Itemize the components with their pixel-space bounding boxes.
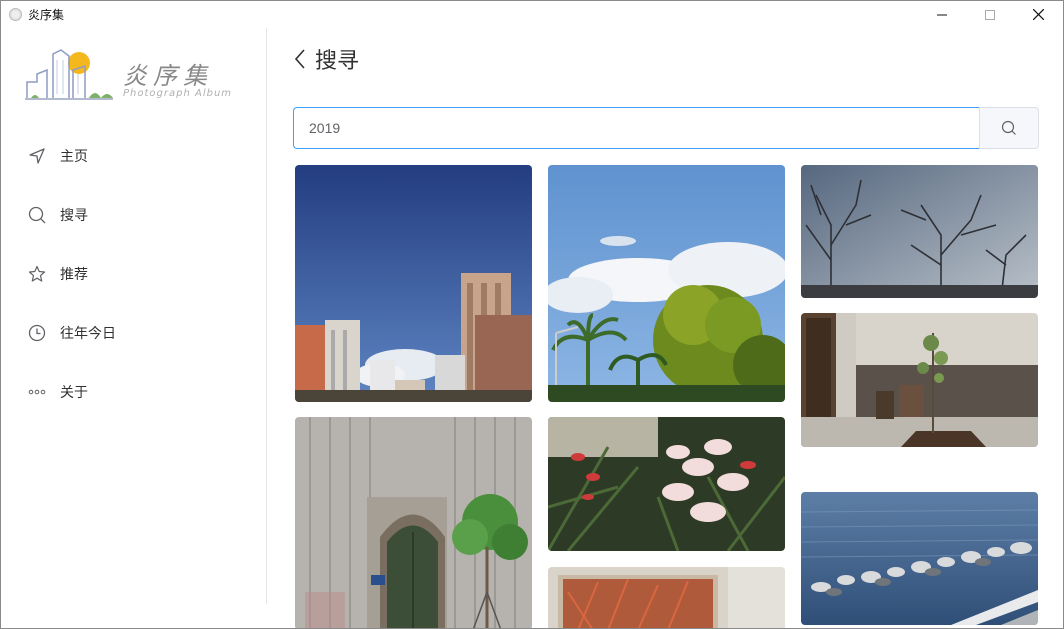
photo-palm-trees-sky[interactable] [548, 165, 785, 402]
sidebar-item-history[interactable]: 往年今日 [27, 318, 247, 348]
minimize-button[interactable] [919, 1, 965, 28]
page-title: 搜寻 [315, 49, 360, 74]
star-icon [27, 264, 47, 284]
clock-icon [27, 323, 47, 343]
close-button[interactable] [1015, 1, 1061, 28]
search-icon [1001, 120, 1016, 135]
search-icon [27, 205, 47, 225]
search-bar [293, 107, 1039, 149]
more-dots-icon [27, 382, 47, 402]
sidebar-item-label: 关于 [60, 385, 88, 401]
sidebar: 炎序集 Photograph Album 主页 搜寻 推荐 往年今日 关于 [1, 28, 267, 604]
sidebar-item-about[interactable]: 关于 [27, 377, 247, 407]
sidebar-item-label: 搜寻 [60, 208, 88, 224]
search-button[interactable] [979, 107, 1039, 149]
maximize-icon [985, 9, 995, 20]
photo-city-buildings[interactable] [295, 165, 532, 402]
photo-pink-lilies[interactable] [548, 417, 785, 551]
logo-title-cn: 炎序集 [123, 62, 213, 90]
maximize-button[interactable] [967, 1, 1013, 28]
logo-buildings-icon [25, 49, 113, 100]
sidebar-item-label: 主页 [60, 149, 88, 165]
back-button[interactable]: 搜寻 [293, 43, 359, 75]
sidebar-item-label: 往年今日 [60, 326, 116, 342]
photo-old-doorway[interactable] [295, 417, 532, 628]
logo: 炎序集 Photograph Album [23, 46, 248, 126]
close-icon [1032, 9, 1044, 20]
app-icon [9, 8, 22, 21]
photo-bare-branches[interactable] [801, 165, 1038, 298]
logo-subtitle-en: Photograph Album [123, 88, 233, 99]
sidebar-item-home[interactable]: 主页 [27, 141, 247, 171]
chevron-left-icon [294, 49, 305, 69]
photo-lake-shore[interactable] [801, 492, 1038, 625]
minimize-icon [937, 14, 947, 15]
navigate-icon [27, 146, 47, 166]
sidebar-item-recommend[interactable]: 推荐 [27, 259, 247, 289]
photo-courtyard-tree[interactable] [801, 313, 1038, 447]
app-window: 炎序集 炎序集 Photograph Album 主页 搜寻 推荐 往年今日 关… [0, 0, 1064, 629]
sidebar-item-label: 推荐 [60, 267, 88, 283]
photo-red-flowers[interactable] [548, 567, 785, 628]
sidebar-item-search[interactable]: 搜寻 [27, 200, 247, 230]
window-title: 炎序集 [28, 8, 65, 22]
title-bar: 炎序集 [1, 1, 1063, 28]
search-input[interactable] [293, 107, 979, 149]
